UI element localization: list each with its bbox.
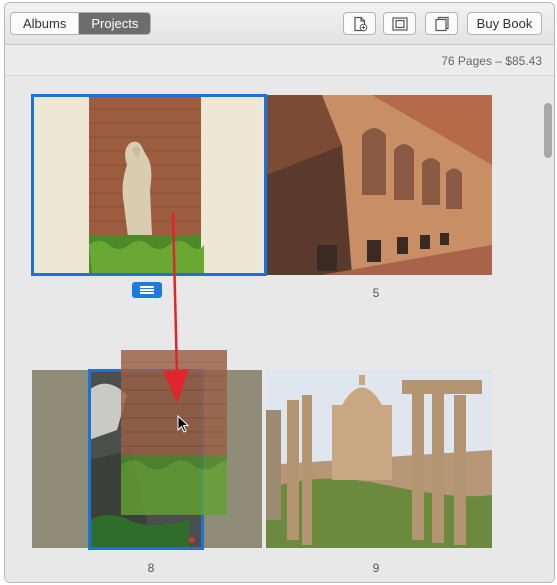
vertical-scrollbar[interactable]	[544, 103, 552, 158]
add-page-button[interactable]	[343, 12, 376, 35]
page-count-price: 76 Pages – $85.43	[441, 54, 542, 68]
photos-project-window: Albums Projects Buy Book 76 Pages – $85.…	[4, 2, 555, 583]
spread-2	[32, 369, 492, 550]
tab-projects[interactable]: Projects	[79, 13, 151, 34]
book-icon	[434, 16, 449, 31]
page-number-8: 8	[147, 561, 155, 575]
page-number-5: 5	[372, 286, 380, 300]
toolbar: Albums Projects Buy Book	[5, 3, 554, 45]
tab-albums[interactable]: Albums	[11, 13, 80, 34]
pages-view[interactable]: 5 8 9	[5, 77, 554, 582]
layout-button[interactable]	[383, 12, 416, 35]
buy-book-button[interactable]: Buy Book	[467, 12, 542, 35]
book-settings-button[interactable]	[425, 12, 458, 35]
add-page-icon	[353, 16, 367, 31]
spread-1	[31, 94, 492, 276]
drag-arrow	[163, 212, 189, 403]
layout-icon	[391, 16, 408, 31]
selected-page-left-frame[interactable]	[31, 94, 267, 276]
info-bar: 76 Pages – $85.43	[5, 46, 554, 76]
page-number-9: 9	[372, 561, 380, 575]
view-segmented-control: Albums Projects	[10, 12, 152, 35]
mouse-cursor-icon	[177, 415, 190, 433]
